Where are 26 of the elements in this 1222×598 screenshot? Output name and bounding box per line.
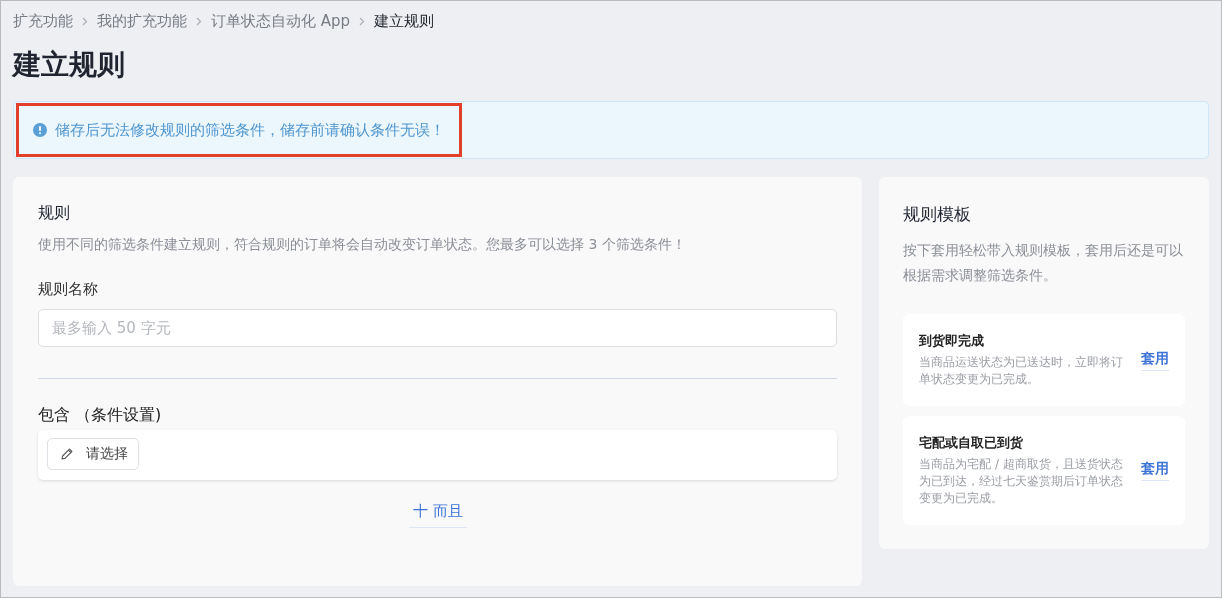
template-description: 当商品运送状态为已送达时，立即将订单状态变更为已完成。	[919, 354, 1125, 388]
add-condition-link[interactable]: 十 而且	[408, 500, 467, 528]
rule-name-field[interactable]: 最多输入 50 字元	[38, 309, 838, 347]
select-button[interactable]: 请选择	[47, 438, 139, 470]
breadcrumb-item[interactable]: 我的扩充功能	[97, 11, 187, 31]
info-icon	[33, 123, 47, 137]
breadcrumb-item[interactable]: 订单状态自动化 App	[211, 11, 351, 31]
template-title: 宅配或自取已到货	[919, 434, 1025, 452]
condition-label: 包含 （条件设置)	[38, 405, 163, 426]
chevron-icon	[82, 16, 88, 26]
pencil-icon	[60, 447, 74, 461]
page-title: 建立规则	[13, 47, 126, 83]
breadcrumb-item[interactable]: 扩充功能	[13, 11, 73, 31]
alert-text: 储存后无法修改规则的筛选条件，储存前请确认条件无误！	[55, 120, 445, 140]
section-title: 规则模板	[903, 203, 973, 226]
chevron-icon	[196, 16, 202, 26]
template-description: 当商品为宅配 / 超商取货，且送货状态为已到达，经过七天鉴赏期后订单状态变更为已完成。	[919, 456, 1125, 507]
section-description: 使用不同的筛选条件建立规则，符合规则的订单将会自动改变订单状态。您最多可以选择 3 个筛选条件！	[38, 236, 687, 254]
apply-link[interactable]: 套用	[1141, 460, 1169, 481]
field-label: 规则名称	[38, 280, 99, 299]
chevron-icon	[359, 16, 366, 26]
breadcrumb-item: 建立规则	[374, 11, 435, 31]
template-title: 到货即完成	[919, 332, 986, 350]
section-description: 按下套用轻松带入规则模板，套用后还是可以根据需求调整筛选条件。	[903, 241, 1185, 285]
apply-link[interactable]: 套用	[1141, 349, 1169, 371]
section-title: 规则	[38, 203, 71, 224]
